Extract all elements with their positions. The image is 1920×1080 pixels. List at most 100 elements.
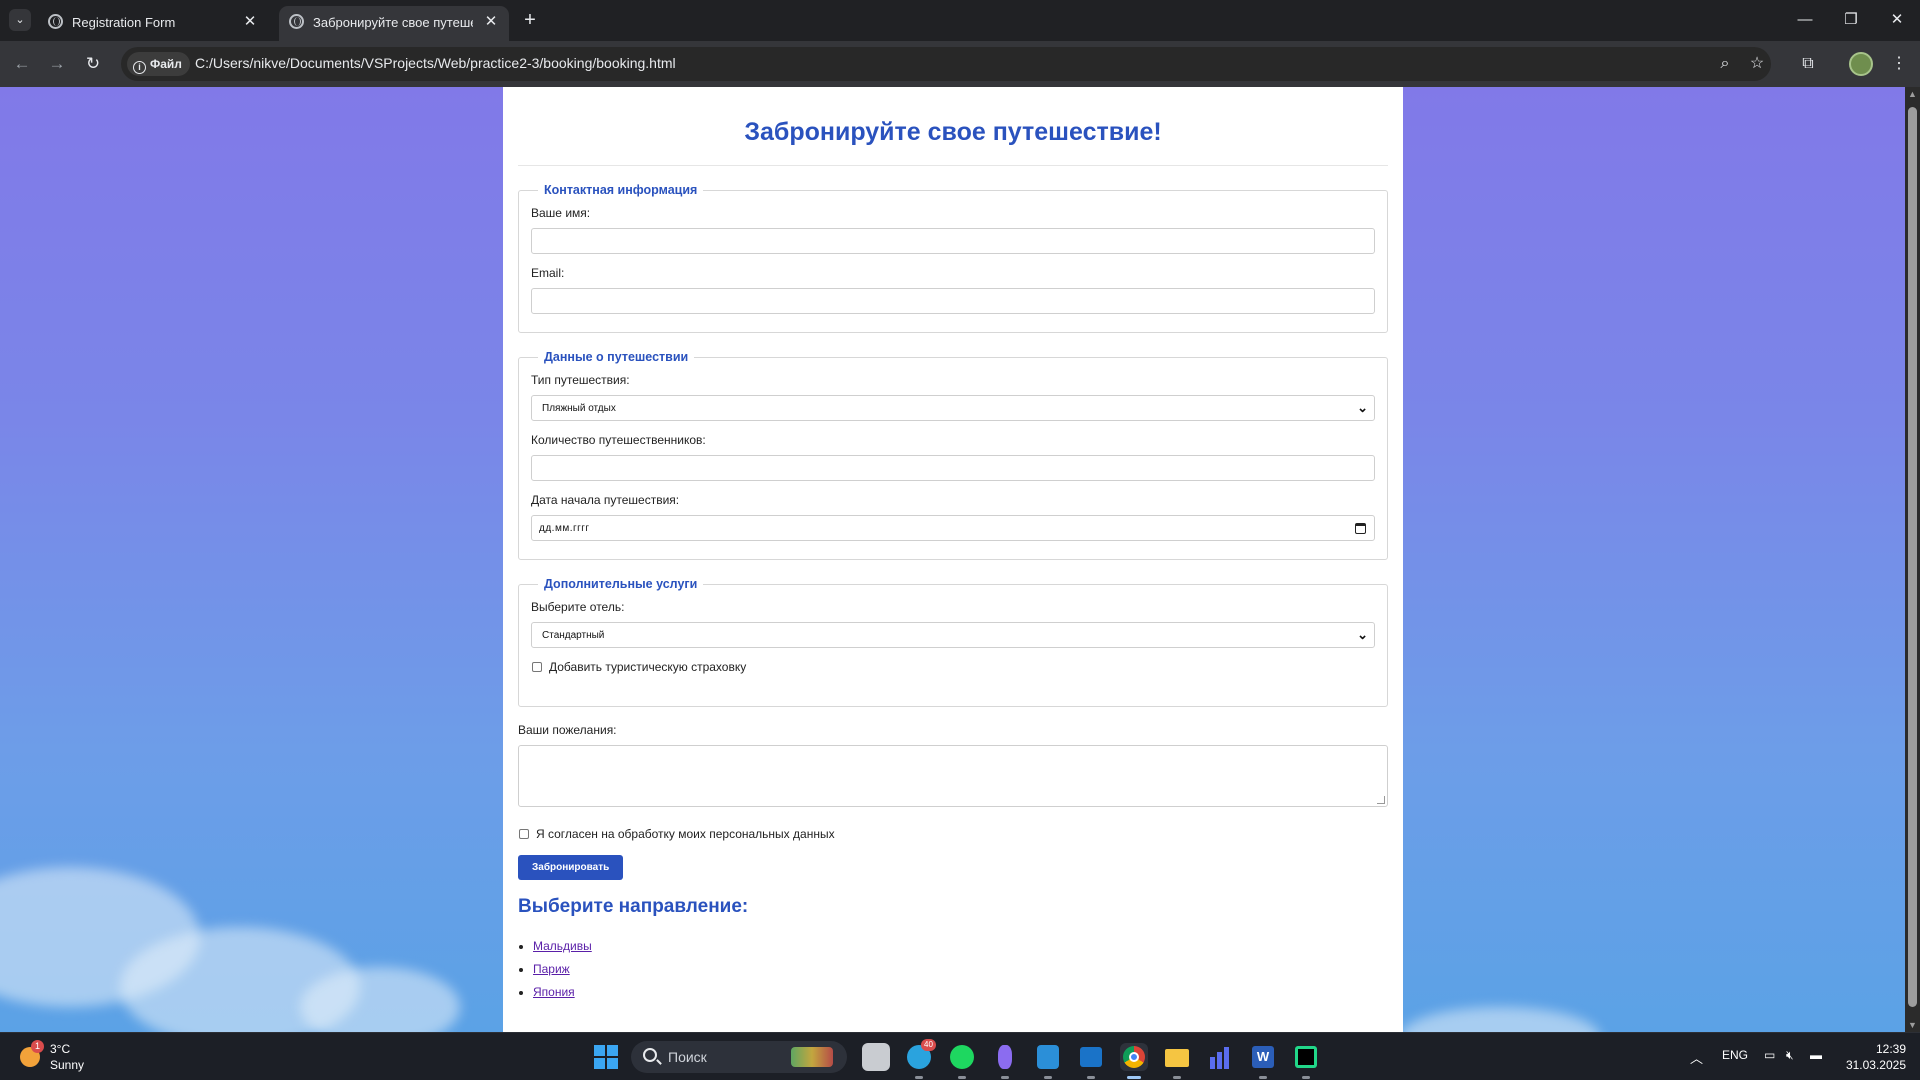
windows-start-button[interactable] bbox=[594, 1045, 618, 1069]
calendar-icon[interactable] bbox=[1355, 523, 1366, 534]
consent-row: Я согласен на обработку моих персональны… bbox=[518, 827, 1388, 841]
network-icon[interactable]: ▭ bbox=[1764, 1048, 1775, 1062]
site-info-chip[interactable]: i Файл bbox=[127, 52, 190, 76]
tab-title: Забронируйте свое путешествие! bbox=[313, 15, 473, 30]
date-input[interactable]: дд.мм.гггг bbox=[531, 515, 1375, 541]
book-button[interactable]: Забронировать bbox=[518, 855, 624, 880]
close-window-button[interactable]: ✕ bbox=[1882, 8, 1912, 32]
obsidian-icon[interactable] bbox=[991, 1043, 1019, 1079]
consent-label: Я согласен на обработку моих персональны… bbox=[536, 827, 835, 841]
url-text[interactable]: C:/Users/nikve/Documents/VSProjects/Web/… bbox=[195, 55, 676, 71]
contact-legend: Контактная информация bbox=[544, 183, 698, 197]
reload-button[interactable]: ↻ bbox=[81, 52, 105, 76]
search-highlight-image bbox=[791, 1047, 833, 1067]
tab-strip: ⌄ Registration Form ✕ Забронируйте свое … bbox=[0, 0, 1920, 41]
email-input[interactable] bbox=[531, 288, 1375, 314]
chart-app-icon[interactable] bbox=[1206, 1043, 1234, 1071]
wishes-textarea[interactable] bbox=[518, 745, 1388, 807]
destinations-title: Выберите направление: bbox=[518, 896, 749, 917]
pycharm-icon[interactable] bbox=[1292, 1043, 1320, 1079]
clock-date: 31.03.2025 bbox=[1845, 1058, 1906, 1072]
taskbar-search[interactable]: Поиск bbox=[631, 1041, 847, 1073]
weather-condition: Sunny bbox=[50, 1058, 85, 1072]
email-label: Email: bbox=[531, 266, 565, 280]
hotel-select[interactable]: Стандартный ⌄ bbox=[531, 622, 1375, 648]
site-chip-label: Файл bbox=[150, 57, 182, 71]
travel-type-value: Пляжный отдых bbox=[542, 403, 616, 414]
travel-fieldset: Данные о путешествии Тип путешествия: Пл… bbox=[518, 350, 1388, 560]
consent-checkbox[interactable] bbox=[519, 829, 529, 839]
insurance-row: Добавить туристическую страховку bbox=[531, 660, 1375, 674]
notification-badge: 1 bbox=[31, 1040, 44, 1053]
booking-form-container: Забронируйте свое путешествие! Контактна… bbox=[503, 87, 1403, 1032]
background-cloud bbox=[1400, 1007, 1600, 1032]
destination-link-maldives[interactable]: Мальдивы bbox=[533, 939, 592, 953]
info-icon: i bbox=[133, 61, 146, 74]
extras-fieldset: Дополнительные услуги Выберите отель: Ст… bbox=[518, 577, 1388, 707]
close-icon[interactable]: ✕ bbox=[240, 12, 260, 32]
travelers-label: Количество путешественников: bbox=[531, 433, 706, 447]
tab-search-button[interactable]: ⌄ bbox=[9, 9, 31, 31]
windows-taskbar: 1 3°C Sunny Поиск 40 W ︿ ENG ▭ 🔇︎ ▬ 12:3… bbox=[0, 1032, 1920, 1080]
new-tab-button[interactable]: + bbox=[518, 9, 542, 33]
globe-icon bbox=[48, 14, 63, 29]
battery-icon[interactable]: ▬ bbox=[1810, 1048, 1822, 1062]
destination-link-japan[interactable]: Япония bbox=[533, 985, 575, 999]
profile-avatar[interactable] bbox=[1849, 52, 1873, 76]
list-item: Париж bbox=[533, 958, 1388, 981]
back-button[interactable]: ← bbox=[10, 52, 34, 76]
forward-button[interactable]: → bbox=[45, 52, 69, 76]
contact-fieldset: Контактная информация Ваше имя: Email: bbox=[518, 183, 1388, 333]
telegram-badge: 40 bbox=[921, 1039, 936, 1051]
hotel-value: Стандартный bbox=[542, 630, 605, 641]
zoom-icon[interactable]: ⌕ bbox=[1713, 52, 1737, 76]
tab-title: Registration Form bbox=[72, 15, 176, 30]
word-icon[interactable]: W bbox=[1249, 1043, 1277, 1079]
insurance-checkbox[interactable] bbox=[532, 662, 542, 672]
bookmark-star-icon[interactable]: ☆ bbox=[1745, 52, 1769, 76]
menu-kebab-icon[interactable]: ⋮ bbox=[1887, 52, 1911, 76]
scroll-up-arrow[interactable]: ▲ bbox=[1908, 89, 1917, 99]
date-label: Дата начала путешествия: bbox=[531, 493, 680, 507]
volume-muted-icon[interactable]: 🔇︎ bbox=[1786, 1048, 1794, 1063]
file-explorer-icon[interactable] bbox=[1163, 1043, 1191, 1079]
weather-temperature: 3°C bbox=[50, 1042, 71, 1056]
minimize-button[interactable]: — bbox=[1790, 8, 1820, 32]
tab-booking[interactable]: Забронируйте свое путешествие! ✕ bbox=[279, 6, 509, 41]
page-viewport: Забронируйте свое путешествие! Контактна… bbox=[0, 87, 1905, 1032]
chevron-down-icon: ⌄ bbox=[1357, 627, 1368, 642]
restore-button[interactable]: ❐ bbox=[1836, 8, 1866, 32]
search-placeholder: Поиск bbox=[668, 1049, 707, 1065]
search-icon bbox=[643, 1048, 657, 1062]
task-view-icon[interactable] bbox=[862, 1043, 890, 1071]
page-scrollbar[interactable]: ▲ ▼ bbox=[1905, 87, 1920, 1032]
scroll-down-arrow[interactable]: ▼ bbox=[1908, 1020, 1917, 1030]
vscode-icon[interactable] bbox=[1034, 1043, 1062, 1079]
spotify-icon[interactable] bbox=[948, 1043, 976, 1079]
travel-type-label: Тип путешествия: bbox=[531, 373, 630, 387]
destination-link-paris[interactable]: Париж bbox=[533, 962, 570, 976]
telegram-icon[interactable]: 40 bbox=[905, 1039, 936, 1079]
travelers-input[interactable] bbox=[531, 455, 1375, 481]
wishes-label: Ваши пожелания: bbox=[518, 723, 617, 737]
travel-legend: Данные о путешествии bbox=[544, 350, 689, 364]
tab-registration-form[interactable]: Registration Form ✕ bbox=[38, 6, 268, 41]
chrome-icon[interactable] bbox=[1120, 1043, 1148, 1079]
taskbar-clock[interactable]: 12:39 31.03.2025 bbox=[1846, 1041, 1906, 1073]
tray-overflow-chevron-icon[interactable]: ︿ bbox=[1690, 1048, 1703, 1067]
name-label: Ваше имя: bbox=[531, 206, 591, 220]
insurance-label: Добавить туристическую страховку bbox=[549, 660, 747, 674]
extras-legend: Дополнительные услуги bbox=[544, 577, 698, 591]
outlook-icon[interactable] bbox=[1077, 1043, 1105, 1079]
clock-time: 12:39 bbox=[1875, 1042, 1906, 1056]
travel-type-select[interactable]: Пляжный отдых ⌄ bbox=[531, 395, 1375, 421]
extensions-icon[interactable]: ⧉ bbox=[1796, 52, 1820, 76]
chevron-down-icon: ⌄ bbox=[1357, 400, 1368, 415]
destinations-list: Мальдивы Париж Япония bbox=[518, 935, 1388, 1004]
scrollbar-thumb[interactable] bbox=[1908, 107, 1917, 1007]
close-icon[interactable]: ✕ bbox=[481, 12, 501, 32]
language-indicator[interactable]: ENG bbox=[1722, 1048, 1748, 1062]
globe-icon bbox=[289, 14, 304, 29]
name-input[interactable] bbox=[531, 228, 1375, 254]
address-bar[interactable]: i Файл C:/Users/nikve/Documents/VSProject… bbox=[121, 47, 1771, 81]
